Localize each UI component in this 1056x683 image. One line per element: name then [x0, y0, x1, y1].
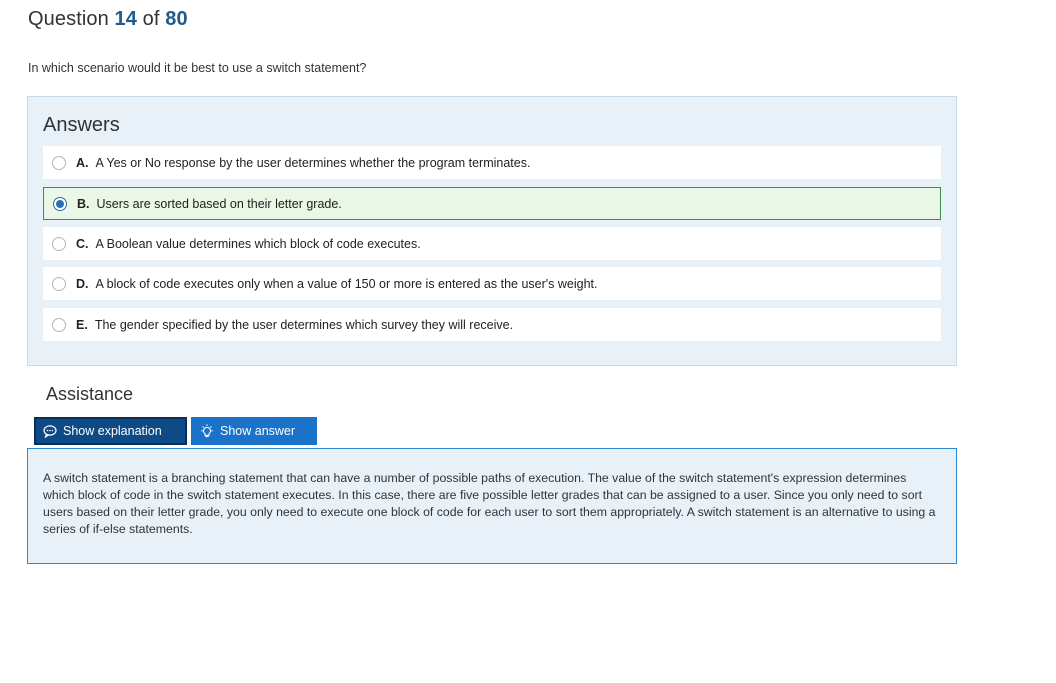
- answer-option-d[interactable]: D. A block of code executes only when a …: [43, 267, 941, 300]
- explanation-panel: A switch statement is a branching statem…: [27, 448, 957, 564]
- answer-letter: A.: [76, 155, 89, 170]
- answer-option-b[interactable]: B. Users are sorted based on their lette…: [43, 187, 941, 220]
- answers-title: Answers: [43, 114, 120, 136]
- radio-button[interactable]: [52, 317, 66, 332]
- question-label: Question: [28, 8, 109, 30]
- answers-panel: Answers A. A Yes or No response by the u…: [27, 96, 957, 366]
- explanation-text: A switch statement is a branching statem…: [43, 471, 936, 536]
- answer-letter: C.: [76, 236, 89, 251]
- assistance-title: Assistance: [46, 384, 134, 404]
- answer-letter: E.: [76, 317, 88, 332]
- show-answer-label: Show answer: [220, 424, 296, 438]
- answer-text: A block of code executes only when a val…: [95, 276, 598, 291]
- radio-button-selected[interactable]: [53, 196, 67, 211]
- question-of-label: of: [142, 8, 160, 30]
- answer-option-c[interactable]: C. A Boolean value determines which bloc…: [43, 227, 941, 260]
- question-text: In which scenario would it be best to us…: [28, 61, 367, 75]
- show-explanation-button[interactable]: Show explanation: [34, 417, 187, 445]
- answer-text: Users are sorted based on their letter g…: [96, 196, 342, 211]
- question-counter: Question 14 of 80: [28, 8, 188, 31]
- answer-option-a[interactable]: A. A Yes or No response by the user dete…: [43, 146, 941, 179]
- radio-button[interactable]: [52, 236, 66, 251]
- show-explanation-label: Show explanation: [63, 424, 162, 438]
- question-total: 80: [165, 8, 188, 30]
- show-answer-button[interactable]: Show answer: [191, 417, 317, 445]
- answer-text: A Boolean value determines which block o…: [95, 236, 421, 251]
- answer-letter: D.: [76, 276, 89, 291]
- answer-text: The gender specified by the user determi…: [94, 317, 514, 332]
- answer-option-e[interactable]: E. The gender specified by the user dete…: [43, 308, 941, 341]
- radio-button[interactable]: [52, 276, 66, 291]
- speech-bubble-icon: [43, 424, 57, 438]
- question-number: 14: [114, 8, 137, 30]
- answer-letter: B.: [77, 196, 90, 211]
- answer-text: A Yes or No response by the user determi…: [95, 155, 531, 170]
- lightbulb-icon: [200, 423, 214, 439]
- quiz-page: Question 14 of 80 In which scenario woul…: [0, 0, 1056, 683]
- radio-button[interactable]: [52, 155, 66, 170]
